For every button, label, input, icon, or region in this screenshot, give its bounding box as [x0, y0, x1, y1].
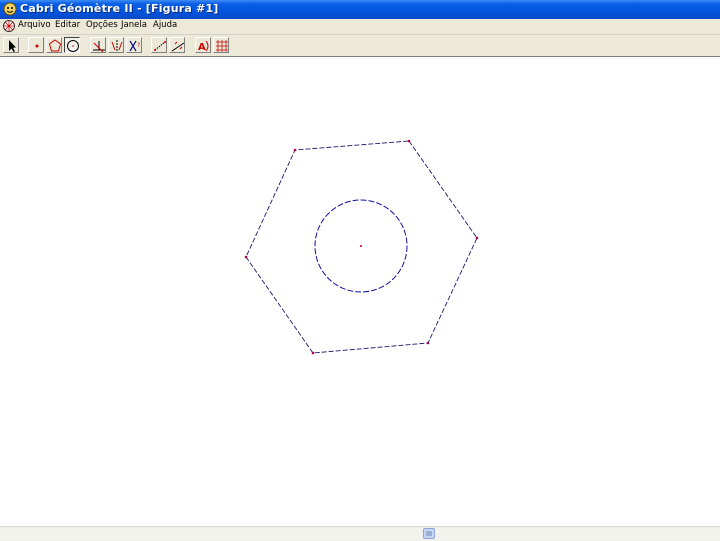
measure-tool-button[interactable] [151, 37, 167, 53]
symmetry-icon [111, 40, 123, 52]
toolbar: ? A [0, 35, 720, 57]
svg-text:?: ? [137, 42, 140, 49]
hexagon-vertex[interactable] [293, 148, 297, 152]
calculate-icon [171, 41, 185, 52]
hexagon-vertex[interactable] [311, 351, 315, 355]
menu-ajuda[interactable]: Ajuda [153, 20, 177, 30]
hexagon-vertex[interactable] [426, 341, 430, 345]
label-icon: A [198, 40, 209, 53]
point-tool-button[interactable] [28, 37, 44, 53]
scrollbar-track[interactable] [0, 528, 720, 540]
pointer-icon [9, 40, 16, 52]
circle-icon [67, 40, 79, 52]
menu-janela[interactable]: Janela [121, 20, 147, 30]
pointer-tool-button[interactable] [3, 37, 19, 53]
transformation-tool-button[interactable] [108, 37, 124, 53]
measure-icon [154, 41, 166, 51]
grip-icon [426, 531, 432, 536]
regular-polygon-icon [48, 39, 62, 52]
cabri-app-icon[interactable] [3, 2, 17, 16]
grid-tool-button[interactable] [213, 37, 229, 53]
title-bar: Cabri Géomètre II - [Figura #1] [0, 0, 720, 19]
display-grid-icon [216, 40, 228, 52]
check-property-icon: ? [129, 40, 140, 52]
hexagon-vertex[interactable] [475, 236, 479, 240]
hexagon-vertex[interactable] [407, 139, 411, 143]
menu-editar[interactable]: Editar [55, 20, 80, 30]
circle-tool-button[interactable] [64, 37, 80, 53]
drawing-canvas[interactable] [0, 57, 720, 526]
hexagon-vertex[interactable] [244, 255, 248, 259]
scrollbar-thumb[interactable] [423, 528, 435, 539]
figure-svg [244, 139, 479, 355]
center-point[interactable] [360, 245, 362, 247]
hexagon[interactable] [245, 140, 478, 354]
menu-opcoes[interactable]: Opções [86, 20, 118, 30]
menu-bar: Arquivo Editar Opções Janela Ajuda [0, 19, 720, 35]
polygon-tool-button[interactable] [46, 37, 62, 53]
property-tool-button[interactable]: ? [126, 37, 142, 53]
menu-arquivo[interactable]: Arquivo [18, 20, 51, 30]
svg-text:A: A [198, 42, 206, 53]
calculate-tool-button[interactable] [169, 37, 185, 53]
construction-tool-button[interactable] [90, 37, 106, 53]
document-icon[interactable] [2, 19, 16, 33]
point-icon [35, 44, 39, 48]
label-tool-button[interactable]: A [195, 37, 211, 53]
horizontal-scrollbar[interactable] [0, 526, 720, 541]
window-title: Cabri Géomètre II - [Figura #1] [20, 2, 219, 15]
perpendicular-line-icon [93, 41, 105, 53]
